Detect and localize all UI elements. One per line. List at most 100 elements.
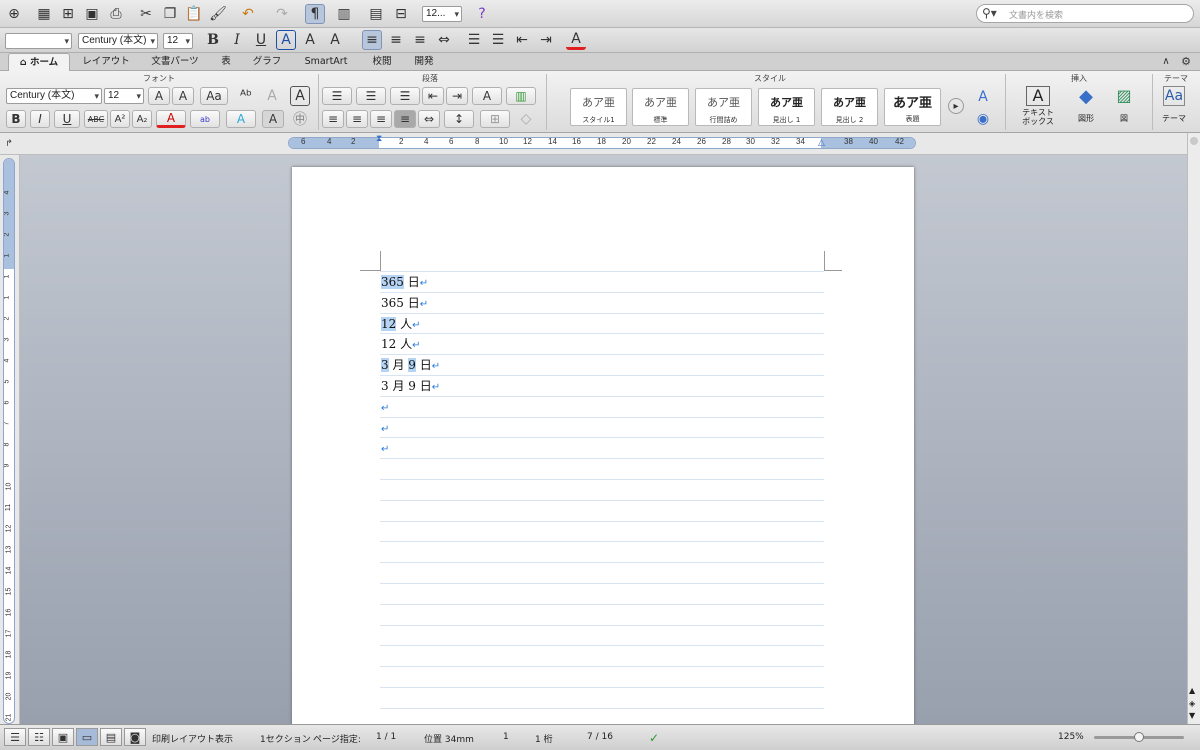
ribbon-increase-indent-icon[interactable]: ⇥ [446, 87, 468, 105]
ribbon-align-left-icon[interactable]: ≡ [322, 110, 344, 128]
highlight-icon[interactable]: ab [190, 110, 220, 128]
ribbon-decrease-indent-icon[interactable]: ⇤ [422, 87, 444, 105]
outline-view-icon[interactable]: ☷ [28, 728, 50, 746]
bullet-list-icon[interactable]: ☰ [488, 30, 508, 50]
grow-font-icon[interactable]: A [148, 87, 170, 105]
zoom-slider-thumb[interactable] [1134, 732, 1144, 742]
char-shading-icon[interactable]: A [262, 110, 284, 128]
shrink-font-icon[interactable]: A [172, 87, 194, 105]
numbered-list-icon[interactable]: ☰ [464, 30, 484, 50]
vertical-ruler[interactable]: 4 3 2 1 1 1 2 3 4 5 6 7 8 9 10 11 12 13 14 15 16 17 18 19 20 21 [3, 158, 15, 724]
zoom-select[interactable]: 12... [422, 6, 462, 22]
document-line[interactable]: ↵ [381, 418, 389, 438]
tab-selector-icon[interactable]: ↱ [2, 137, 16, 151]
ribbon-align-right-icon[interactable]: ≡ [370, 110, 392, 128]
page-nav-icon[interactable]: ◈ [1189, 699, 1195, 708]
tab-developer[interactable]: 開発 [406, 53, 442, 71]
font-name-select[interactable]: Century (本文) [78, 33, 158, 49]
document-line[interactable]: 3 月 9 日↵ [381, 355, 440, 375]
help-icon[interactable]: ? [472, 4, 492, 24]
clear-format-icon[interactable]: A [262, 86, 282, 106]
page[interactable]: 365 日↵ 365 日↵ 12 人↵ 12 人↵ 3 月 9 日↵ 3 月 9 日↵ ↵ ↵… [292, 167, 914, 724]
print-icon[interactable]: ⎙ [106, 4, 126, 24]
decrease-indent-icon[interactable]: ⇤ [512, 30, 532, 50]
ribbon-font-size-select[interactable]: 12 [104, 88, 144, 104]
text-box-icon[interactable]: A [276, 30, 296, 50]
picture-button[interactable]: ▨ 図 [1106, 86, 1142, 124]
align-right-icon[interactable]: ≡ [410, 30, 430, 50]
document-line[interactable]: 12 人↵ [381, 314, 421, 334]
document-search[interactable]: ⚲▾ 文書内を検索 [976, 4, 1194, 23]
document-line[interactable]: 3 月 9 日↵ [381, 376, 440, 396]
focus-view-icon[interactable]: ◙ [124, 728, 146, 746]
open-icon[interactable]: ⊞ [58, 4, 78, 24]
notebook-view-icon[interactable]: ▣ [52, 728, 74, 746]
style-heading1[interactable]: あア亜 見出し 1 [758, 88, 815, 126]
media-browser-icon[interactable]: ▤ [366, 4, 386, 24]
shapes-button[interactable]: ◆ 図形 [1068, 86, 1104, 124]
style-select[interactable] [5, 33, 72, 49]
style-no-spacing[interactable]: あア亜 行間詰め [695, 88, 752, 126]
ribbon-italic-icon[interactable]: I [30, 110, 50, 128]
subscript-icon[interactable]: A₂ [132, 110, 152, 128]
ribbon-font-name-select[interactable]: Century (本文) [6, 88, 102, 104]
enclose-char-icon[interactable]: A [290, 86, 310, 106]
multilevel-list-icon[interactable]: ☰ [390, 87, 420, 105]
theme-button[interactable]: Aa テーマ [1156, 86, 1192, 124]
document-line[interactable]: ↵ [381, 438, 389, 458]
style-heading2[interactable]: あア亜 見出し 2 [821, 88, 878, 126]
document-line[interactable]: 365 日↵ [381, 272, 428, 292]
borders-icon[interactable]: ⊞ [480, 110, 510, 128]
enclose-circle-icon[interactable]: ㊥ [290, 109, 310, 129]
sort-icon[interactable]: A [472, 87, 502, 105]
ribbon-align-center-icon[interactable]: ≡ [346, 110, 368, 128]
text-effects-icon[interactable]: A [226, 110, 256, 128]
increase-indent-icon[interactable]: ⇥ [536, 30, 556, 50]
tab-layout[interactable]: レイアウト [76, 53, 136, 71]
scroll-thumb[interactable] [1190, 137, 1198, 145]
right-indent-marker-icon[interactable]: △ [818, 138, 825, 148]
text-effect-icon[interactable]: A [325, 30, 345, 50]
tab-table[interactable]: 表 [212, 53, 240, 71]
scroll-up-icon[interactable]: ▲ [1189, 686, 1195, 695]
zoom-slider[interactable] [1094, 732, 1184, 742]
document-line[interactable]: 12 人↵ [381, 334, 420, 354]
phonetic-guide-icon[interactable]: ᴬᵇ [236, 86, 256, 106]
style-normal[interactable]: あア亜 標準 [632, 88, 689, 126]
spellcheck-icon[interactable]: ✓ [644, 728, 664, 748]
collapse-ribbon-icon[interactable]: ∧ [1156, 53, 1176, 70]
redo-icon[interactable]: ↷ [272, 4, 292, 24]
gallery-icon[interactable]: ▦ [34, 4, 54, 24]
tab-chart[interactable]: グラフ [246, 53, 288, 71]
font-size-select[interactable]: 12 [163, 33, 193, 49]
format-painter-icon[interactable]: 🖌 [208, 4, 228, 24]
cut-icon[interactable]: ✂ [136, 4, 156, 24]
line-spacing-icon[interactable]: ↕ [444, 110, 474, 128]
copy-icon[interactable]: ❐ [160, 4, 180, 24]
save-icon[interactable]: ▣ [82, 4, 102, 24]
ribbon-font-color-icon[interactable]: A [156, 110, 186, 128]
bold-icon[interactable]: B [203, 30, 223, 50]
word-count[interactable]: 7 / 16 [587, 732, 613, 742]
distribute-icon[interactable]: ⇔ [418, 110, 440, 128]
document-line[interactable]: ↵ [381, 397, 389, 417]
underline-icon[interactable]: U [251, 30, 271, 50]
style-title[interactable]: あア亜 表題 [884, 88, 941, 126]
ribbon-bullets-icon[interactable]: ☰ [322, 87, 352, 105]
toolbox-icon[interactable]: ⊟ [391, 4, 411, 24]
draft-view-icon[interactable]: ☰ [4, 728, 26, 746]
align-left-icon[interactable]: ≡ [362, 30, 382, 50]
font-color-icon[interactable]: A [566, 30, 586, 50]
text-shadow-icon[interactable]: A [300, 30, 320, 50]
tab-home[interactable]: ⌂ ホーム [8, 53, 70, 71]
ribbon-justify-icon[interactable]: ≡ [394, 110, 416, 128]
ribbon-numbering-icon[interactable]: ☰ [356, 87, 386, 105]
publishing-view-icon[interactable]: ▤ [100, 728, 122, 746]
document-line[interactable]: 365 日↵ [381, 293, 428, 313]
align-center-icon[interactable]: ≡ [386, 30, 406, 50]
ribbon-underline-icon[interactable]: U [54, 110, 80, 128]
italic-icon[interactable]: I [227, 30, 247, 50]
undo-icon[interactable]: ↶ [238, 4, 258, 24]
print-layout-view-icon[interactable]: ▭ [76, 728, 98, 746]
paste-icon[interactable]: 📋 [184, 4, 204, 24]
